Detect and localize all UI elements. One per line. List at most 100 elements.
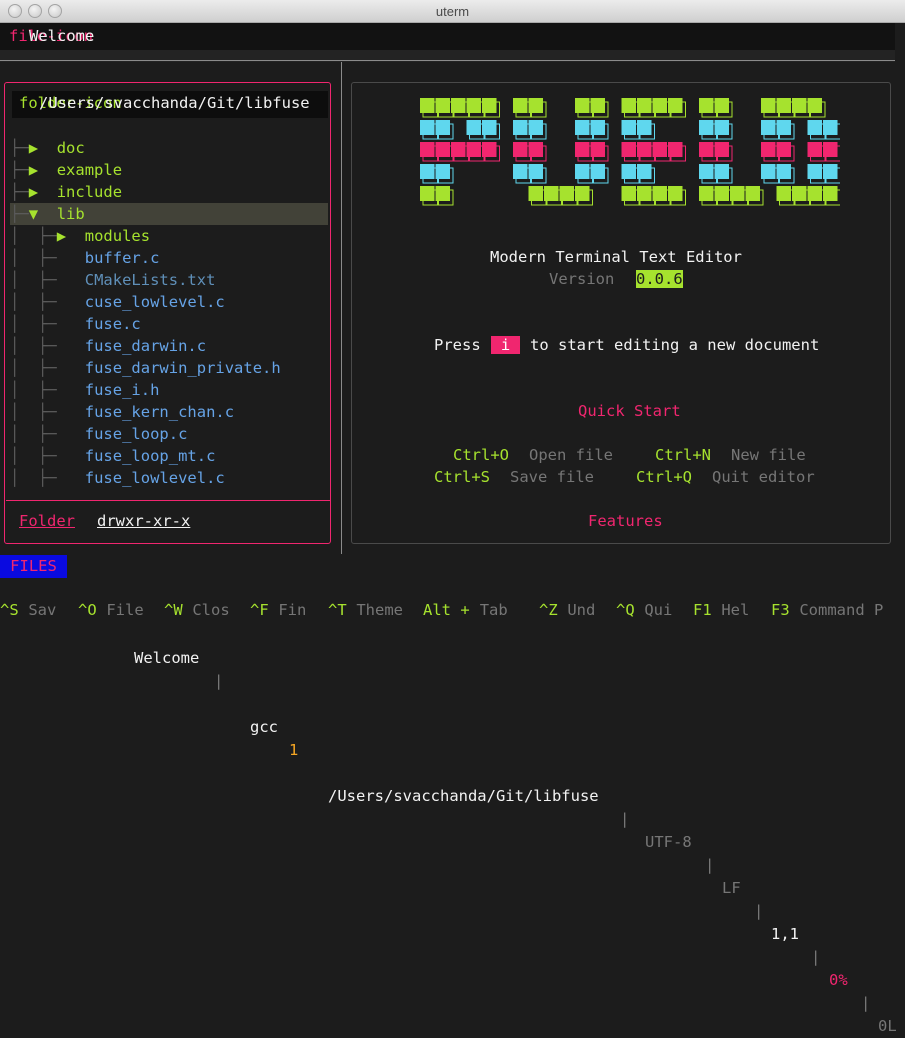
shortcut-label: Qui bbox=[644, 601, 673, 619]
logo-block bbox=[776, 164, 791, 179]
logo-block bbox=[761, 98, 776, 113]
tree-item-label: include bbox=[56, 183, 123, 201]
shortcut-key-save: Ctrl+S bbox=[434, 468, 490, 486]
logo-block bbox=[668, 186, 683, 201]
logo-block bbox=[776, 98, 791, 113]
logo-block bbox=[699, 164, 714, 179]
logo-block bbox=[807, 98, 822, 113]
logo-block bbox=[621, 164, 636, 179]
logo-block bbox=[435, 120, 450, 135]
logo-block bbox=[652, 98, 667, 113]
logo-block bbox=[823, 186, 838, 201]
tree-item-label: modules bbox=[84, 227, 151, 245]
logo-block bbox=[699, 98, 714, 113]
logo-block bbox=[435, 98, 450, 113]
tree-item-cuse-lowlevel-c[interactable]: │ ├─ cuse_lowlevel.c bbox=[10, 291, 328, 313]
status-position: 1,1 bbox=[771, 925, 799, 943]
tree-guide: │ ├─ bbox=[10, 293, 57, 311]
tree-item-fuse-c[interactable]: │ ├─ fuse.c bbox=[10, 313, 328, 335]
tree-guide: ├─▶ bbox=[10, 183, 39, 201]
tree-item-modules[interactable]: │ ├─▶ modules bbox=[10, 225, 328, 247]
status-percent: 0% bbox=[829, 971, 848, 989]
status-compiler: gcc bbox=[250, 718, 278, 736]
status-encoding[interactable]: UTF-8 bbox=[645, 831, 692, 854]
logo-block bbox=[807, 120, 822, 135]
tree-item-buffer-c[interactable]: │ ├─ buffer.c bbox=[10, 247, 328, 269]
logo-block bbox=[590, 120, 605, 135]
logo-block bbox=[482, 142, 497, 157]
logo-block bbox=[621, 98, 636, 113]
tree-item-fuse-loop-mt-c[interactable]: │ ├─ fuse_loop_mt.c bbox=[10, 445, 328, 467]
logo-block bbox=[528, 98, 543, 113]
logo-block bbox=[466, 142, 481, 157]
logo-block bbox=[699, 142, 714, 157]
logo-block bbox=[482, 98, 497, 113]
shortcut-key[interactable]: ^Z bbox=[539, 599, 558, 621]
tree-item-fuse-darwin-c[interactable]: │ ├─ fuse_darwin.c bbox=[10, 335, 328, 357]
logo-block bbox=[528, 186, 543, 201]
logo-block bbox=[435, 186, 450, 201]
status-eol[interactable]: LF bbox=[722, 877, 741, 900]
tree-item-lib[interactable]: ├─▼ lib bbox=[10, 203, 328, 225]
logo-block bbox=[451, 98, 466, 113]
tree-item-fuse-lowlevel-c[interactable]: │ ├─ fuse_lowlevel.c bbox=[10, 467, 328, 489]
mode-badge: FILES bbox=[0, 555, 67, 578]
tree-item-fuse-loop-c[interactable]: │ ├─ fuse_loop.c bbox=[10, 423, 328, 445]
logo-block bbox=[761, 120, 776, 135]
logo-block bbox=[559, 186, 574, 201]
tree-item-doc[interactable]: ├─▶ doc bbox=[10, 137, 328, 159]
press-text: Press bbox=[434, 336, 481, 354]
logo-block bbox=[714, 142, 729, 157]
tree-item-include[interactable]: ├─▶ include bbox=[10, 181, 328, 203]
pane-divider[interactable] bbox=[341, 62, 342, 554]
logo-block bbox=[420, 98, 435, 113]
tree-item-fuse-darwin-private-h[interactable]: │ ├─ fuse_darwin_private.h bbox=[10, 357, 328, 379]
logo-block bbox=[637, 142, 652, 157]
logo-block bbox=[575, 142, 590, 157]
logo-block bbox=[528, 142, 543, 157]
shortcut-label-save: Save file bbox=[510, 468, 594, 486]
tree-guide: │ ├─ bbox=[10, 249, 57, 267]
logo-block bbox=[590, 98, 605, 113]
logo-block bbox=[621, 142, 636, 157]
logo-block bbox=[621, 186, 636, 201]
shortcut-key[interactable]: ^T bbox=[328, 599, 347, 621]
logo-block bbox=[823, 120, 838, 135]
logo-block bbox=[761, 142, 776, 157]
footer-perms: drwxr-xr-x bbox=[97, 512, 191, 530]
logo-block bbox=[637, 120, 652, 135]
logo-block bbox=[513, 120, 528, 135]
logo-block bbox=[714, 164, 729, 179]
shortcut-key[interactable]: ^S bbox=[0, 599, 19, 621]
shortcut-key[interactable]: ^O bbox=[78, 599, 97, 621]
shortcut-key[interactable]: ^F bbox=[250, 599, 269, 621]
shortcut-label: Clos bbox=[192, 601, 230, 619]
logo-block bbox=[575, 98, 590, 113]
logo-block bbox=[528, 164, 543, 179]
logo-block bbox=[466, 98, 481, 113]
shortcut-key[interactable]: F1 bbox=[693, 599, 712, 621]
quick-start-heading: Quick Start bbox=[578, 402, 681, 420]
window-title: uterm bbox=[435, 4, 470, 19]
version-value: 0.0.6 bbox=[636, 270, 683, 288]
logo-block bbox=[776, 186, 791, 201]
tree-item-cmakelists-txt[interactable]: │ ├─ CMakeLists.txt bbox=[10, 269, 328, 291]
logo-block bbox=[513, 98, 528, 113]
logo-block bbox=[652, 142, 667, 157]
tree-item-label: fuse_kern_chan.c bbox=[84, 403, 235, 421]
tree-guide: │ ├─ bbox=[10, 447, 57, 465]
shortcut-label: Und bbox=[567, 601, 596, 619]
tree-item-label: fuse_i.h bbox=[84, 381, 160, 399]
explorer-footer-divider bbox=[6, 500, 331, 501]
tab-welcome[interactable]: Welcome bbox=[29, 27, 94, 45]
logo-block bbox=[792, 186, 807, 201]
shortcut-key[interactable]: Alt + bbox=[423, 599, 470, 621]
shortcut-key[interactable]: ^Q bbox=[616, 599, 635, 621]
shortcut-key[interactable]: ^W bbox=[164, 599, 183, 621]
shortcut-key[interactable]: F3 bbox=[771, 599, 790, 621]
tree-item-fuse-kern-chan-c[interactable]: │ ├─ fuse_kern_chan.c bbox=[10, 401, 328, 423]
tree-item-fuse-i-h[interactable]: │ ├─ fuse_i.h bbox=[10, 379, 328, 401]
logo-block bbox=[668, 98, 683, 113]
shortcut-label-new: New file bbox=[731, 446, 806, 464]
tree-item-example[interactable]: ├─▶ example bbox=[10, 159, 328, 181]
